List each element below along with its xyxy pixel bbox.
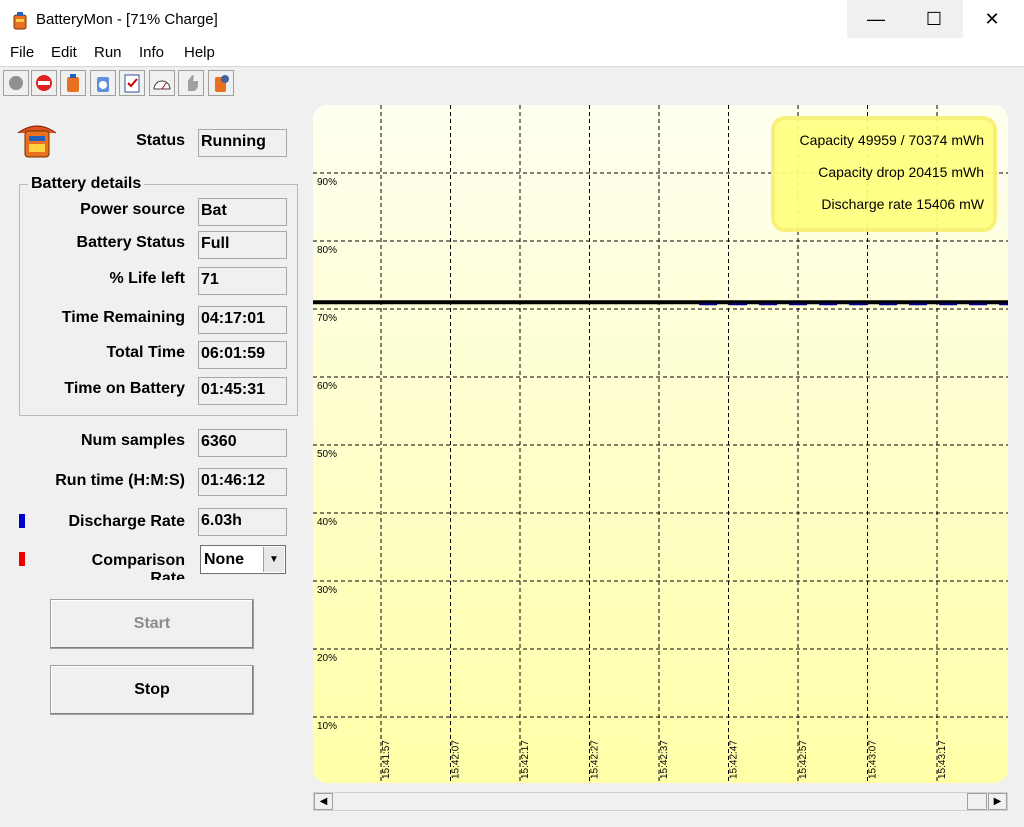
battery-details-title: Battery details bbox=[28, 175, 145, 193]
menu-run[interactable]: Run bbox=[94, 44, 122, 61]
comparison-label-line2: Rate bbox=[150, 570, 185, 580]
y-tick-label: 90% bbox=[317, 177, 337, 188]
scroll-thumb[interactable] bbox=[967, 793, 987, 810]
battery-app-icon bbox=[13, 12, 27, 30]
stop-toolbar-button[interactable] bbox=[31, 70, 57, 96]
time-on-battery-field: 01:45:31 bbox=[198, 377, 287, 405]
battery-icon bbox=[67, 74, 79, 92]
status-field: Running bbox=[198, 129, 287, 157]
y-tick-label: 80% bbox=[317, 245, 337, 256]
x-tick-label: 15:42:27 bbox=[590, 740, 601, 779]
y-tick-label: 30% bbox=[317, 585, 337, 596]
menu-info[interactable]: Info bbox=[139, 44, 164, 61]
comparison-label-line1: Comparison bbox=[91, 552, 185, 569]
settings-button[interactable] bbox=[208, 70, 234, 96]
x-tick-label: 15:43:17 bbox=[937, 740, 948, 779]
arrow-right-icon: ▶ bbox=[993, 796, 1002, 807]
minimize-icon: — bbox=[867, 8, 885, 29]
run-time-label: Run time (H:M:S) bbox=[55, 472, 185, 489]
close-button[interactable]: ✕ bbox=[963, 0, 1021, 38]
comparison-rate-label: Comparison Rate bbox=[20, 552, 185, 580]
x-tick-label: 15:43:07 bbox=[868, 740, 879, 779]
menu-file[interactable]: File bbox=[10, 44, 34, 61]
horizontal-scrollbar[interactable]: ◀ ▶ bbox=[313, 792, 1008, 811]
x-tick-label: 15:42:37 bbox=[659, 740, 670, 779]
y-tick-label: 40% bbox=[317, 517, 337, 528]
discharge-rate-label: Discharge Rate bbox=[68, 513, 186, 530]
start-button[interactable]: Start bbox=[50, 599, 254, 649]
y-tick-label: 60% bbox=[317, 381, 337, 392]
menu-help[interactable]: Help bbox=[184, 44, 215, 61]
maximize-icon: ☐ bbox=[925, 8, 943, 29]
battery-status-field: Full bbox=[198, 231, 287, 259]
battery-info-icon bbox=[97, 77, 109, 92]
life-left-field: 71 bbox=[198, 267, 287, 295]
time-on-battery-label: Time on Battery bbox=[64, 380, 185, 397]
thumbs-icon bbox=[188, 75, 198, 91]
thumbs-button[interactable] bbox=[178, 70, 204, 96]
checklist-icon bbox=[124, 74, 140, 93]
power-source-label: Power source bbox=[80, 201, 185, 218]
info-line-0: Capacity 49959 / 70374 mWh bbox=[800, 132, 984, 148]
life-left-label: % Life left bbox=[109, 270, 185, 287]
checklist-button[interactable] bbox=[119, 70, 145, 96]
power-source-field: Bat bbox=[198, 198, 287, 226]
info-line-2: Discharge rate 15406 mW bbox=[821, 196, 984, 212]
battery-logo-icon bbox=[17, 125, 57, 158]
settings-icon bbox=[215, 75, 229, 92]
comparison-rate-dropdown[interactable]: None ▼ bbox=[200, 545, 286, 574]
stop-button[interactable]: Stop bbox=[50, 665, 254, 715]
y-tick-label: 50% bbox=[317, 449, 337, 460]
status-label: Status bbox=[136, 132, 185, 149]
maximize-button[interactable]: ☐ bbox=[905, 0, 963, 38]
arrow-left-icon: ◀ bbox=[319, 796, 328, 807]
gauge-button[interactable] bbox=[149, 70, 175, 96]
chart-svg: 90% 80% 70% 60% 50% 40% 30% 20% 10% 15:41:57 15:42… bbox=[313, 105, 1008, 783]
gauge-icon bbox=[153, 80, 171, 90]
close-icon: ✕ bbox=[984, 8, 1000, 29]
toolbar bbox=[0, 68, 1024, 99]
y-tick-label: 10% bbox=[317, 721, 337, 732]
scroll-right-button[interactable]: ▶ bbox=[988, 793, 1007, 810]
menu-edit[interactable]: Edit bbox=[51, 44, 77, 61]
run-time-field: 01:46:12 bbox=[198, 468, 287, 496]
x-tick-label: 15:42:07 bbox=[451, 740, 462, 779]
comparison-rate-value: None bbox=[204, 551, 244, 568]
x-tick-label: 15:42:57 bbox=[798, 740, 809, 779]
menu-bar: File Edit Run Info Help bbox=[0, 40, 1024, 67]
x-tick-label: 15:42:47 bbox=[729, 740, 740, 779]
info-line-1: Capacity drop 20415 mWh bbox=[818, 164, 984, 180]
num-samples-label: Num samples bbox=[80, 432, 185, 449]
battery-chart: 90% 80% 70% 60% 50% 40% 30% 20% 10% 15:41:57 15:42… bbox=[313, 105, 1008, 783]
total-time-field: 06:01:59 bbox=[198, 341, 287, 369]
time-remaining-label: Time Remaining bbox=[61, 309, 185, 326]
num-samples-field: 6360 bbox=[198, 429, 287, 457]
x-tick-label: 15:42:17 bbox=[520, 740, 531, 779]
comparison-label-clip: Comparison Rate bbox=[20, 552, 185, 580]
chevron-down-icon: ▼ bbox=[269, 554, 279, 565]
time-remaining-field: 04:17:01 bbox=[198, 306, 287, 334]
discharge-rate-field: 6.03h bbox=[198, 508, 287, 536]
battery-status-label: Battery Status bbox=[76, 234, 185, 251]
title-bar: BatteryMon - [71% Charge] — ☐ ✕ bbox=[0, 0, 1024, 40]
minimize-button[interactable]: — bbox=[847, 0, 905, 38]
total-time-label: Total Time bbox=[106, 344, 185, 361]
y-tick-label: 70% bbox=[317, 313, 337, 324]
record-button[interactable] bbox=[3, 70, 29, 96]
window-title: BatteryMon - [71% Charge] bbox=[36, 11, 218, 28]
stop-icon bbox=[36, 75, 52, 91]
scroll-left-button[interactable]: ◀ bbox=[314, 793, 333, 810]
battery-info-button[interactable] bbox=[90, 70, 116, 96]
battery-button[interactable] bbox=[60, 70, 86, 96]
y-tick-label: 20% bbox=[317, 653, 337, 664]
record-icon bbox=[9, 76, 23, 90]
dropdown-arrow-button[interactable]: ▼ bbox=[263, 547, 284, 572]
x-tick-label: 15:41:57 bbox=[381, 740, 392, 779]
